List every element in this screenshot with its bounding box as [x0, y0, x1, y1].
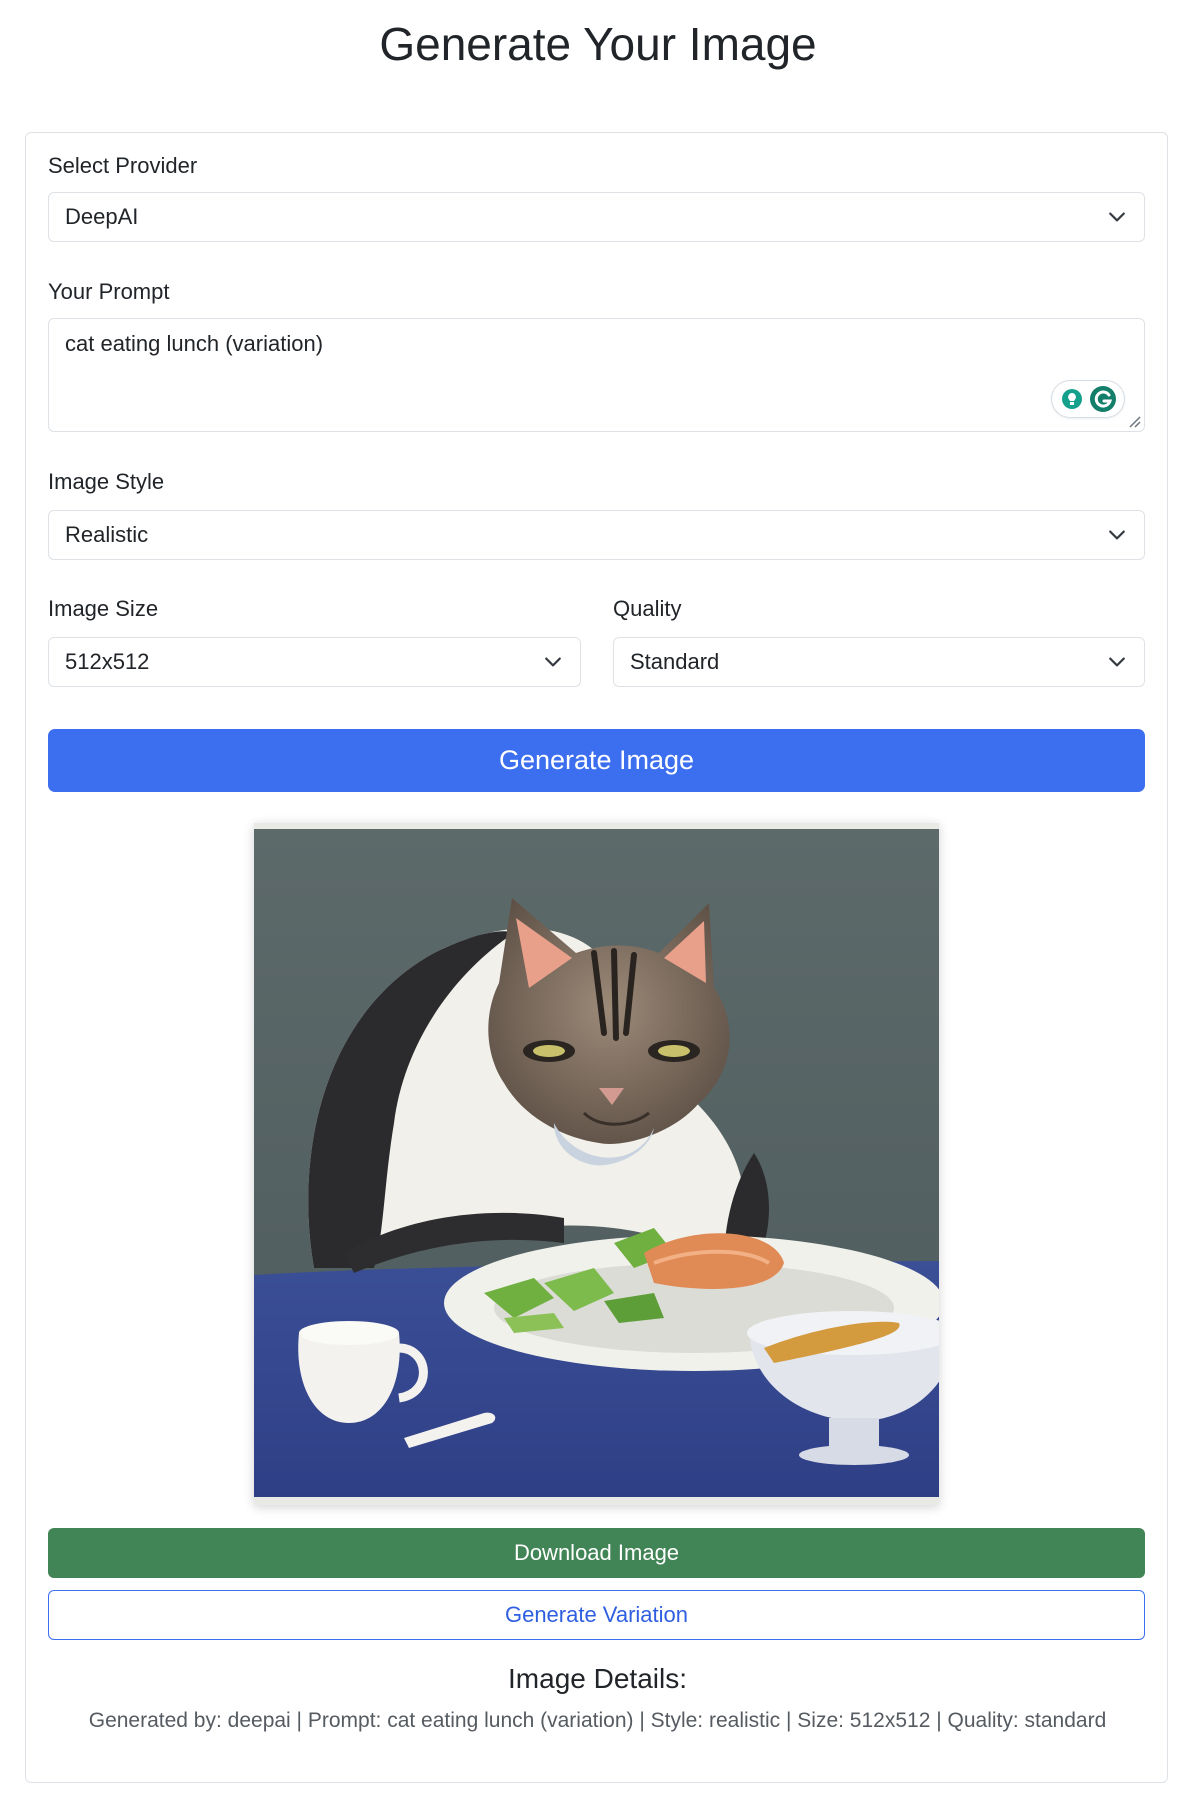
grammarly-icon: [1062, 386, 1116, 412]
prompt-label: Your Prompt: [48, 279, 170, 304]
generate-variation-button[interactable]: Generate Variation: [48, 1590, 1145, 1640]
cat-lunch-painting: [254, 823, 939, 1505]
chevron-down-icon: [545, 657, 561, 667]
style-label: Image Style: [48, 469, 165, 494]
generator-card: Select Provider DeepAI Your Prompt cat e…: [25, 132, 1168, 1783]
image-details-title: Image Details:: [508, 1663, 687, 1694]
size-select[interactable]: 512x512: [48, 637, 581, 687]
generate-image-button[interactable]: Generate Image: [48, 729, 1145, 792]
style-select-value: Realistic: [65, 522, 149, 547]
provider-label: Select Provider: [48, 153, 198, 178]
provider-select[interactable]: DeepAI: [48, 192, 1145, 242]
style-select[interactable]: Realistic: [48, 510, 1145, 560]
quality-select-value: Standard: [630, 649, 720, 674]
image-details-text: Generated by: deepai | Prompt: cat eatin…: [88, 1709, 1107, 1732]
generated-image: [254, 823, 939, 1505]
grammarly-widget[interactable]: [1052, 381, 1124, 417]
download-image-button[interactable]: Download Image: [48, 1528, 1145, 1578]
resize-handle-icon[interactable]: [1127, 414, 1141, 428]
prompt-textarea-value: cat eating lunch (variation): [65, 331, 324, 356]
page-title: Generate Your Image: [379, 18, 817, 70]
chevron-down-icon: [1109, 657, 1125, 667]
chevron-down-icon: [1109, 530, 1125, 540]
size-label: Image Size: [48, 596, 159, 621]
provider-select-value: DeepAI: [65, 204, 139, 229]
prompt-textarea[interactable]: cat eating lunch (variation): [48, 318, 1145, 432]
size-select-value: 512x512: [65, 649, 150, 674]
quality-label: Quality: [613, 596, 682, 621]
chevron-down-icon: [1109, 212, 1125, 222]
quality-select[interactable]: Standard: [613, 637, 1145, 687]
